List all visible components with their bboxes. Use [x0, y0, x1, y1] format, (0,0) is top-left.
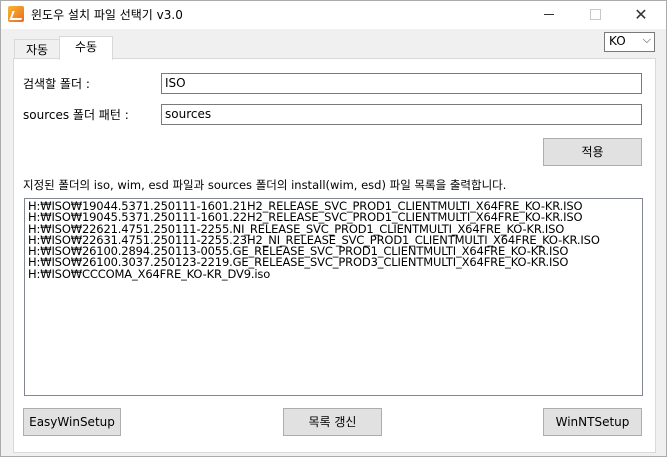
- file-listbox[interactable]: H:₩ISO₩19044.5371.250111-1601.21H2_RELEA…: [24, 198, 643, 396]
- app-window: 윈도우 설치 파일 선택기 v3.0 ✕ 자동 수동 KO ⌵ 검색할 폴더 :…: [0, 0, 667, 457]
- tab-manual[interactable]: 수동: [59, 36, 113, 60]
- close-icon: ✕: [634, 5, 648, 24]
- minimize-icon: [544, 14, 554, 15]
- easywinsetup-button[interactable]: EasyWinSetup: [23, 408, 121, 436]
- description-text: 지정된 폴더의 iso, wim, esd 파일과 sources 폴더의 in…: [23, 178, 507, 192]
- chevron-down-icon: ⌵: [642, 33, 651, 46]
- language-select[interactable]: KO ⌵: [604, 32, 655, 52]
- close-button[interactable]: ✕: [618, 1, 664, 29]
- window-title: 윈도우 설치 파일 선택기 v3.0: [31, 8, 183, 22]
- maximize-icon: [589, 9, 601, 20]
- maximize-button[interactable]: [572, 1, 618, 29]
- list-item[interactable]: H:₩ISO₩CCCOMA_X64FRE_KO-KR_DV9.iso: [28, 268, 639, 280]
- sources-pattern-label: sources 폴더 패턴 :: [23, 108, 129, 122]
- minimize-button[interactable]: [526, 1, 572, 29]
- manual-tab-panel: 검색할 폴더 : ISO sources 폴더 패턴 : sources 적용 …: [13, 58, 656, 453]
- app-icon: [8, 6, 24, 22]
- sources-pattern-input[interactable]: sources: [161, 104, 642, 125]
- language-select-value: KO: [609, 34, 626, 48]
- search-folder-label: 검색할 폴더 :: [23, 77, 90, 91]
- apply-button[interactable]: 적용: [543, 138, 642, 166]
- title-bar[interactable]: 윈도우 설치 파일 선택기 v3.0 ✕: [1, 1, 666, 29]
- refresh-list-button[interactable]: 목록 갱신: [283, 408, 382, 436]
- winntsetup-button[interactable]: WinNTSetup: [543, 408, 642, 436]
- tab-auto[interactable]: 자동: [14, 39, 60, 60]
- search-folder-input[interactable]: ISO: [161, 73, 642, 94]
